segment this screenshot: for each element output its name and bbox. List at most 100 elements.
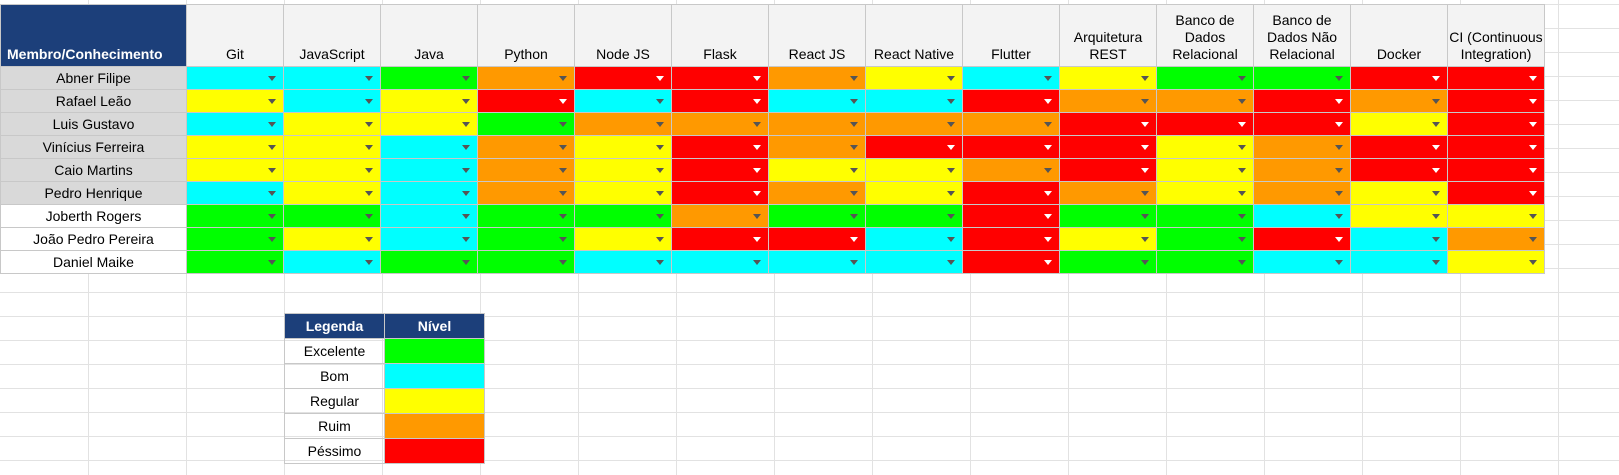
skill-level-dropdown[interactable] xyxy=(574,181,672,205)
dropdown-arrow-icon[interactable] xyxy=(656,260,664,265)
skill-level-dropdown[interactable] xyxy=(574,250,672,274)
skill-header[interactable]: Java xyxy=(380,4,478,67)
dropdown-arrow-icon[interactable] xyxy=(656,191,664,196)
dropdown-arrow-icon[interactable] xyxy=(462,260,470,265)
dropdown-arrow-icon[interactable] xyxy=(1335,99,1343,104)
skill-level-dropdown[interactable] xyxy=(671,227,769,251)
skill-level-dropdown[interactable] xyxy=(283,112,381,136)
dropdown-arrow-icon[interactable] xyxy=(365,145,373,150)
skill-level-dropdown[interactable] xyxy=(768,227,866,251)
skill-level-dropdown[interactable] xyxy=(186,158,284,182)
skill-level-dropdown[interactable] xyxy=(865,181,963,205)
skill-header[interactable]: Node JS xyxy=(574,4,672,67)
skill-level-dropdown[interactable] xyxy=(962,250,1060,274)
skill-level-dropdown[interactable] xyxy=(1059,158,1157,182)
skill-level-dropdown[interactable] xyxy=(1350,112,1448,136)
skill-level-dropdown[interactable] xyxy=(962,227,1060,251)
skill-level-dropdown[interactable] xyxy=(283,158,381,182)
dropdown-arrow-icon[interactable] xyxy=(559,214,567,219)
skill-level-dropdown[interactable] xyxy=(768,112,866,136)
dropdown-arrow-icon[interactable] xyxy=(1432,99,1440,104)
dropdown-arrow-icon[interactable] xyxy=(462,145,470,150)
member-name[interactable]: Vinícius Ferreira xyxy=(0,135,187,159)
dropdown-arrow-icon[interactable] xyxy=(947,99,955,104)
legend-title[interactable]: Legenda xyxy=(284,313,385,339)
dropdown-arrow-icon[interactable] xyxy=(559,260,567,265)
dropdown-arrow-icon[interactable] xyxy=(559,191,567,196)
dropdown-arrow-icon[interactable] xyxy=(1432,122,1440,127)
dropdown-arrow-icon[interactable] xyxy=(947,191,955,196)
skill-header[interactable]: Banco de Dados Não Relacional xyxy=(1253,4,1351,67)
skill-level-dropdown[interactable] xyxy=(1253,158,1351,182)
legend-color-swatch[interactable] xyxy=(384,413,485,439)
dropdown-arrow-icon[interactable] xyxy=(1432,168,1440,173)
dropdown-arrow-icon[interactable] xyxy=(850,99,858,104)
member-name[interactable]: Rafael Leão xyxy=(0,89,187,113)
dropdown-arrow-icon[interactable] xyxy=(1044,260,1052,265)
skill-level-dropdown[interactable] xyxy=(1059,250,1157,274)
dropdown-arrow-icon[interactable] xyxy=(462,99,470,104)
skill-level-dropdown[interactable] xyxy=(1156,158,1254,182)
skill-level-dropdown[interactable] xyxy=(1253,204,1351,228)
skill-level-dropdown[interactable] xyxy=(1350,250,1448,274)
dropdown-arrow-icon[interactable] xyxy=(947,168,955,173)
dropdown-arrow-icon[interactable] xyxy=(1432,76,1440,81)
skill-level-dropdown[interactable] xyxy=(1253,250,1351,274)
dropdown-arrow-icon[interactable] xyxy=(1335,145,1343,150)
dropdown-arrow-icon[interactable] xyxy=(656,99,664,104)
skill-level-dropdown[interactable] xyxy=(865,227,963,251)
skill-level-dropdown[interactable] xyxy=(1447,227,1545,251)
skill-level-dropdown[interactable] xyxy=(1156,204,1254,228)
skill-level-dropdown[interactable] xyxy=(865,135,963,159)
dropdown-arrow-icon[interactable] xyxy=(1141,122,1149,127)
skill-level-dropdown[interactable] xyxy=(962,66,1060,90)
dropdown-arrow-icon[interactable] xyxy=(365,191,373,196)
dropdown-arrow-icon[interactable] xyxy=(268,99,276,104)
skill-level-dropdown[interactable] xyxy=(1350,89,1448,113)
skill-level-dropdown[interactable] xyxy=(1350,204,1448,228)
dropdown-arrow-icon[interactable] xyxy=(656,122,664,127)
dropdown-arrow-icon[interactable] xyxy=(559,99,567,104)
skill-level-dropdown[interactable] xyxy=(1059,66,1157,90)
dropdown-arrow-icon[interactable] xyxy=(462,237,470,242)
dropdown-arrow-icon[interactable] xyxy=(850,260,858,265)
dropdown-arrow-icon[interactable] xyxy=(753,214,761,219)
skill-header[interactable]: JavaScript xyxy=(283,4,381,67)
skill-level-dropdown[interactable] xyxy=(574,112,672,136)
dropdown-arrow-icon[interactable] xyxy=(1529,191,1537,196)
skill-level-dropdown[interactable] xyxy=(865,204,963,228)
skill-level-dropdown[interactable] xyxy=(380,227,478,251)
dropdown-arrow-icon[interactable] xyxy=(268,145,276,150)
skill-level-dropdown[interactable] xyxy=(574,227,672,251)
dropdown-arrow-icon[interactable] xyxy=(1044,99,1052,104)
skill-level-dropdown[interactable] xyxy=(1447,158,1545,182)
dropdown-arrow-icon[interactable] xyxy=(1335,122,1343,127)
dropdown-arrow-icon[interactable] xyxy=(753,76,761,81)
legend-label[interactable]: Regular xyxy=(284,388,385,414)
skill-level-dropdown[interactable] xyxy=(1253,66,1351,90)
skill-header[interactable]: React JS xyxy=(768,4,866,67)
dropdown-arrow-icon[interactable] xyxy=(1529,99,1537,104)
skill-level-dropdown[interactable] xyxy=(186,204,284,228)
dropdown-arrow-icon[interactable] xyxy=(268,122,276,127)
skill-level-dropdown[interactable] xyxy=(1253,89,1351,113)
dropdown-arrow-icon[interactable] xyxy=(656,76,664,81)
dropdown-arrow-icon[interactable] xyxy=(1529,145,1537,150)
dropdown-arrow-icon[interactable] xyxy=(1238,145,1246,150)
dropdown-arrow-icon[interactable] xyxy=(1141,145,1149,150)
skill-level-dropdown[interactable] xyxy=(283,89,381,113)
skill-level-dropdown[interactable] xyxy=(477,89,575,113)
dropdown-arrow-icon[interactable] xyxy=(850,237,858,242)
skill-level-dropdown[interactable] xyxy=(283,181,381,205)
skill-level-dropdown[interactable] xyxy=(186,181,284,205)
skill-level-dropdown[interactable] xyxy=(283,66,381,90)
skill-level-dropdown[interactable] xyxy=(283,227,381,251)
skill-level-dropdown[interactable] xyxy=(1447,89,1545,113)
dropdown-arrow-icon[interactable] xyxy=(656,168,664,173)
dropdown-arrow-icon[interactable] xyxy=(850,76,858,81)
dropdown-arrow-icon[interactable] xyxy=(559,122,567,127)
legend-color-swatch[interactable] xyxy=(384,363,485,389)
skill-level-dropdown[interactable] xyxy=(1059,135,1157,159)
skill-level-dropdown[interactable] xyxy=(477,181,575,205)
dropdown-arrow-icon[interactable] xyxy=(462,168,470,173)
